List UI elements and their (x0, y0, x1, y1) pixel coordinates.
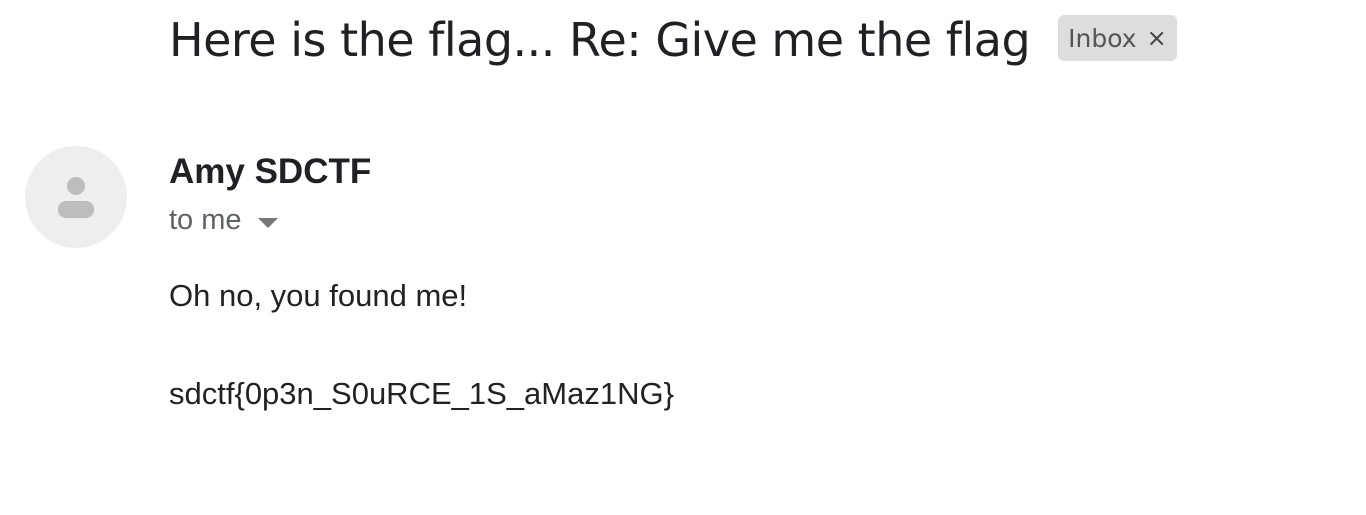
sender-avatar[interactable] (25, 146, 127, 248)
sender-name[interactable]: Amy SDCTF (169, 152, 371, 192)
message-body-line: Oh no, you found me! (169, 278, 468, 313)
person-icon (58, 177, 94, 218)
recipient-line: to me (169, 204, 278, 237)
recipient-text: to me (169, 204, 242, 236)
email-subject: Here is the flag... Re: Give me the flag (169, 13, 1031, 67)
caret-down-icon[interactable] (257, 217, 278, 228)
inbox-label-chip[interactable]: Inbox × (1058, 15, 1177, 61)
remove-label-icon[interactable]: × (1147, 26, 1167, 50)
subject-row: Here is the flag... Re: Give me the flag… (169, 8, 1177, 72)
inbox-label-text: Inbox (1068, 23, 1137, 53)
message-body-line: sdctf{0p3n_S0uRCE_1S_aMaz1NG} (169, 376, 674, 411)
